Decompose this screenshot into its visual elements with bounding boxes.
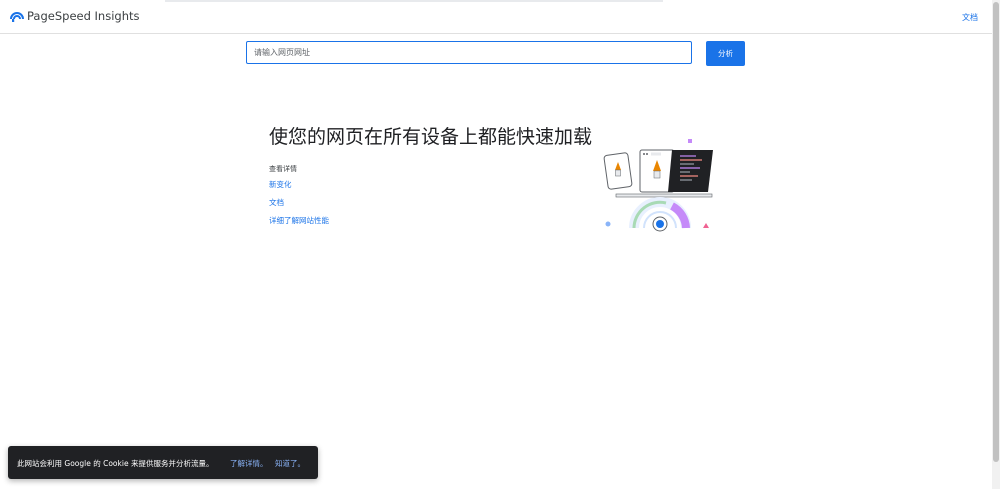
cookie-ok-button[interactable]: 知道了。	[275, 458, 305, 469]
cookie-notice-text: 此网站会利用 Google 的 Cookie 来提供服务并分析流量。	[17, 459, 214, 468]
whats-new-link[interactable]: 新变化	[269, 179, 292, 190]
analyze-button[interactable]: 分析	[706, 41, 745, 66]
header-docs-link[interactable]: 文档	[962, 12, 978, 23]
pagespeed-logo-icon[interactable]	[10, 9, 24, 23]
app-title[interactable]: PageSpeed Insights	[27, 9, 140, 23]
scrollbar-thumb[interactable]	[993, 2, 999, 462]
details-heading: 查看详情	[269, 165, 297, 173]
page: PageSpeed Insights 文档 分析 使您的网页在所有设备上都能快速…	[0, 0, 1000, 489]
learn-web-performance-link[interactable]: 详细了解网站性能	[269, 215, 329, 226]
bottom-decoration	[285, 485, 665, 489]
hero-title: 使您的网页在所有设备上都能快速加载	[269, 126, 593, 148]
url-input[interactable]	[246, 41, 692, 64]
header: PageSpeed Insights 文档	[0, 0, 992, 34]
speed-devices-illustration	[603, 139, 713, 232]
documentation-link[interactable]: 文档	[269, 197, 284, 208]
cookie-learn-more-link[interactable]: 了解详情。	[230, 458, 268, 469]
cookie-banner: 此网站会利用 Google 的 Cookie 来提供服务并分析流量。 了解详情。…	[8, 446, 318, 479]
